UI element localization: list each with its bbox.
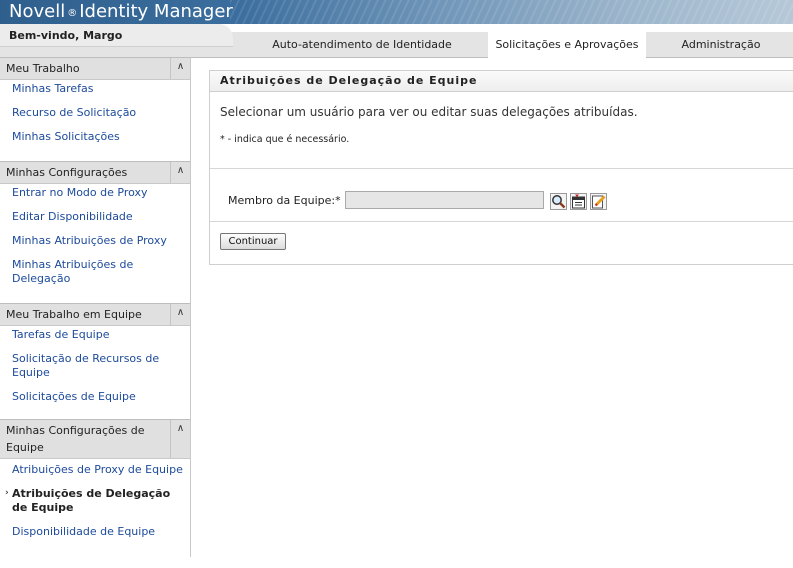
sidebar-group-title: Meu Trabalho bbox=[6, 62, 80, 75]
sidebar-item-label: Atribuições de Delegação de Equipe bbox=[12, 487, 171, 514]
brand-name: Novell bbox=[9, 1, 66, 22]
team-member-input[interactable] bbox=[345, 191, 544, 209]
sidebar-group-title: Minhas Configurações de Equipe bbox=[6, 424, 145, 454]
info-text: Selecionar um usuário para ver ou editar… bbox=[220, 105, 638, 119]
tab-administration[interactable]: Administração bbox=[662, 32, 780, 57]
welcome-area: Bem-vindo, Margo bbox=[0, 24, 233, 47]
sidebar-item-team-tasks[interactable]: Tarefas de Equipe bbox=[12, 328, 188, 342]
sidebar-group-my-team-settings: Minhas Configurações de Equipe ∧ Atribui… bbox=[0, 419, 190, 538]
sidebar-group-header[interactable]: Meu Trabalho ∧ bbox=[0, 57, 190, 80]
sidebar-item-request-resource[interactable]: Recurso de Solicitação bbox=[12, 106, 188, 120]
sidebar-item-my-delegate-assignments[interactable]: Minhas Atribuições de Delegação bbox=[12, 258, 152, 286]
sidebar-item-team-resource-requests[interactable]: Solicitação de Recursos de Equipe bbox=[12, 352, 172, 380]
sidebar-item-my-tasks[interactable]: Minhas Tarefas bbox=[12, 82, 188, 96]
sidebar-group-title: Minhas Configurações bbox=[6, 166, 128, 179]
brand-product: Identity Manager bbox=[79, 1, 233, 22]
history-list-icon[interactable] bbox=[570, 193, 587, 210]
page-title: Atribuições de Delegação de Equipe bbox=[220, 74, 478, 87]
sidebar-group-header[interactable]: Meu Trabalho em Equipe ∧ bbox=[0, 303, 190, 326]
welcome-text: Bem-vindo, Margo bbox=[9, 29, 123, 42]
tab-requests-approvals[interactable]: Solicitações e Aprovações bbox=[488, 32, 646, 58]
main-panel: Atribuições de Delegação de Equipe Selec… bbox=[209, 70, 793, 265]
sidebar-item-team-delegate-assignments[interactable]: › Atribuições de Delegação de Equipe bbox=[5, 487, 182, 515]
sidebar-group-my-team-work: Meu Trabalho em Equipe ∧ Tarefas de Equi… bbox=[0, 303, 190, 403]
double-chevron-up-icon[interactable]: ∧ bbox=[170, 58, 190, 79]
divider bbox=[210, 168, 793, 169]
brand-registered-mark: ® bbox=[67, 8, 78, 19]
team-member-label: Membro da Equipe:* bbox=[228, 194, 341, 207]
app-banner: Novell ® Identity Manager bbox=[0, 0, 793, 24]
tab-identity-self-service[interactable]: Auto-atendimento de Identidade bbox=[252, 32, 472, 57]
double-chevron-up-icon[interactable]: ∧ bbox=[170, 304, 190, 325]
sidebar-item-my-proxy-assignments[interactable]: Minhas Atribuições de Proxy bbox=[12, 234, 188, 248]
double-chevron-up-icon[interactable]: ∧ bbox=[170, 420, 190, 458]
sidebar-item-edit-availability[interactable]: Editar Disponibilidade bbox=[12, 210, 188, 224]
required-note: * - indica que é necessário. bbox=[220, 134, 350, 145]
sidebar-item-enter-proxy-mode[interactable]: Entrar no Modo de Proxy bbox=[12, 186, 188, 200]
sidebar-group-title: Meu Trabalho em Equipe bbox=[6, 308, 142, 321]
search-icon[interactable] bbox=[550, 193, 567, 210]
clear-edit-icon[interactable] bbox=[590, 193, 607, 210]
sidebar-group-my-work: Meu Trabalho ∧ Minhas Tarefas Recurso de… bbox=[0, 57, 190, 143]
top-bar: Bem-vindo, Margo Auto-atendimento de Ide… bbox=[0, 24, 793, 58]
sidebar-group-header[interactable]: Minhas Configurações de Equipe ∧ bbox=[0, 419, 190, 459]
current-item-bullet-icon: › bbox=[5, 488, 9, 498]
app-logo: Novell ® Identity Manager bbox=[9, 1, 233, 24]
sidebar-item-team-requests[interactable]: Solicitações de Equipe bbox=[12, 390, 188, 404]
sidebar-group-my-settings: Minhas Configurações ∧ Entrar no Modo de… bbox=[0, 161, 190, 285]
divider bbox=[210, 221, 793, 222]
sidebar-group-header[interactable]: Minhas Configurações ∧ bbox=[0, 161, 190, 184]
sidebar-item-my-requests[interactable]: Minhas Solicitações bbox=[12, 130, 188, 144]
sidebar-item-team-availability[interactable]: Disponibilidade de Equipe bbox=[12, 525, 188, 539]
sidebar: Meu Trabalho ∧ Minhas Tarefas Recurso de… bbox=[0, 57, 191, 557]
banner-pattern bbox=[230, 0, 793, 24]
panel-title-bar: Atribuições de Delegação de Equipe bbox=[210, 71, 793, 92]
sidebar-item-team-proxy-assignments[interactable]: Atribuições de Proxy de Equipe bbox=[12, 463, 188, 477]
continue-button[interactable]: Continuar bbox=[220, 233, 286, 250]
double-chevron-up-icon[interactable]: ∧ bbox=[170, 162, 190, 183]
